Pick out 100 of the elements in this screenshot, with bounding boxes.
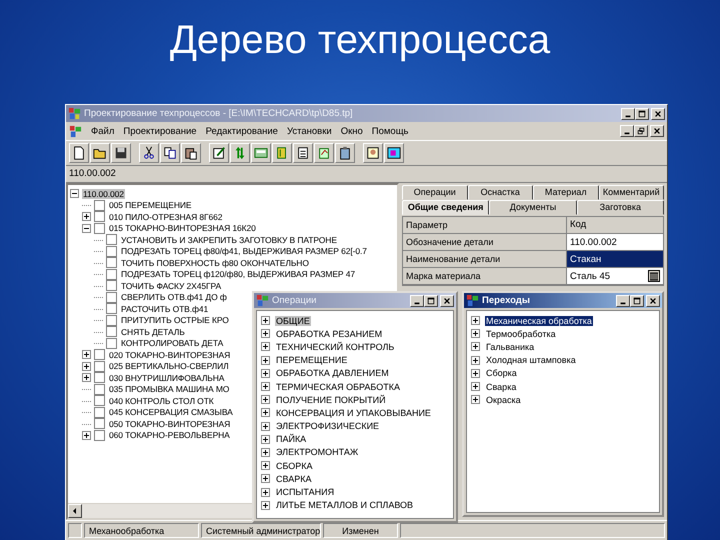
tree-item[interactable]: 025 ВЕРТИКАЛЬНО-СВЕРЛИЛ [108, 361, 230, 372]
list-item[interactable]: Сварка [485, 382, 518, 392]
expand-icon[interactable] [261, 461, 270, 470]
checkbox[interactable] [94, 406, 105, 418]
checkbox[interactable] [106, 234, 117, 246]
expand-icon[interactable] [261, 408, 270, 418]
expand-icon[interactable] [261, 434, 270, 444]
document-edit-button[interactable] [209, 143, 229, 163]
expander-icon[interactable] [82, 224, 91, 233]
list-item[interactable]: ЭЛЕКТРОФИЗИЧЕСКИЕ [275, 421, 380, 432]
tree-item[interactable]: 045 КОНСЕРВАЦИЯ СМАЗЫВА [108, 407, 234, 418]
list-item[interactable]: Сборка [485, 368, 518, 378]
tree-item[interactable]: 050 ТОКАРНО-ВИНТОРЕЗНАЯ [108, 418, 232, 429]
expander-icon[interactable] [70, 189, 79, 198]
checkbox[interactable] [106, 338, 117, 349]
checkbox[interactable] [94, 349, 105, 360]
expander-icon[interactable] [82, 362, 91, 371]
tree-item[interactable]: РАСТОЧИТЬ ОТВ.ф41 [120, 304, 210, 314]
checkbox[interactable] [94, 222, 105, 234]
checkbox[interactable] [106, 257, 117, 268]
tree-item[interactable]: ПОДРЕЗАТЬ ТОРЕЦ ф80/ф41, ВЫДЕРЖИВАЯ РАЗМЕР 62[-0.7 [120, 246, 368, 256]
list-item[interactable]: СВАРКА [275, 474, 312, 484]
list-item[interactable]: ПОЛУЧЕНИЕ ПОКРЫТИЙ [275, 394, 387, 405]
tree-item[interactable]: ТОЧИТЬ ФАСКУ 2Х45ГРА [120, 280, 222, 291]
tree-item[interactable]: 030 ВНУТРИШЛИФОВАЛЬНА [108, 372, 226, 383]
list-item[interactable]: ОБРАБОТКА ДАВЛЕНИЕМ [275, 368, 390, 378]
checkbox[interactable] [94, 395, 105, 406]
expand-icon[interactable] [261, 368, 270, 378]
expand-icon[interactable] [261, 342, 270, 352]
close-button[interactable] [646, 294, 660, 306]
menu-item[interactable]: Установки [286, 126, 332, 136]
list-item[interactable]: Механическая обработка [485, 316, 593, 326]
tab[interactable]: Материал [533, 185, 598, 200]
checkbox[interactable] [94, 430, 105, 441]
tab[interactable]: Общие сведения [402, 200, 490, 215]
expand-icon[interactable] [261, 329, 270, 338]
expand-icon[interactable] [261, 422, 270, 431]
picture-button[interactable] [384, 143, 404, 163]
list-button[interactable] [293, 143, 313, 163]
list-item[interactable]: ПАЙКА [275, 434, 308, 444]
expand-icon[interactable] [261, 395, 270, 404]
list-item[interactable]: КОНСЕРВАЦИЯ И УПАКОВЫВАНИЕ [275, 408, 432, 418]
folder-button[interactable] [90, 143, 110, 163]
paste-button[interactable] [181, 143, 201, 163]
tree-item[interactable]: 110.00.002 [82, 188, 125, 199]
checkbox[interactable] [94, 200, 105, 211]
tree-item[interactable]: 010 ПИЛО-ОТРЕЗНАЯ 8Г662 [108, 212, 224, 222]
table-picker-icon[interactable] [648, 270, 660, 282]
expand-icon[interactable] [261, 316, 270, 326]
expand-icon[interactable] [471, 368, 480, 378]
checkbox[interactable] [106, 314, 117, 326]
restore-button[interactable] [634, 125, 648, 137]
minimize-button[interactable] [616, 294, 630, 306]
expand-icon[interactable] [261, 382, 270, 392]
book-button[interactable] [272, 143, 292, 163]
property-value[interactable]: Стакан [567, 251, 663, 267]
menu-item[interactable]: Проектирование [123, 126, 197, 136]
list-item[interactable]: ПЕРЕМЕЩЕНИЕ [275, 355, 348, 366]
checkbox[interactable] [106, 292, 117, 303]
expander-icon[interactable] [82, 430, 91, 440]
tree-item[interactable]: УСТАНОВИТЬ И ЗАКРЕПИТЬ ЗАГОТОВКУ В ПАТРОНЕ [120, 234, 338, 245]
tree-item[interactable]: 040 КОНТРОЛЬ СТОЛ ОТК [108, 396, 215, 406]
menu-item[interactable]: Помощь [372, 126, 408, 136]
clipboard-button[interactable] [335, 143, 355, 163]
checkbox[interactable] [106, 280, 117, 292]
checkbox[interactable] [94, 211, 105, 222]
tree-item[interactable]: 020 ТОКАРНО-ВИНТОРЕЗНАЯ [108, 350, 232, 360]
tree-item[interactable]: ПОДРЕЗАТЬ ТОРЕЦ ф120/ф80, ВЫДЕРЖИВАЯ РАЗМЕР 47 [120, 269, 356, 280]
expand-icon[interactable] [261, 488, 270, 497]
list-item[interactable]: ЭЛЕКТРОМОНТАЖ [275, 447, 360, 458]
checkbox[interactable] [106, 303, 117, 314]
list-item[interactable]: ИСПЫТАНИЯ [275, 487, 336, 498]
list-item[interactable]: Окраска [485, 394, 522, 405]
tree-item[interactable]: 015 ТОКАРНО-ВИНТОРЕЗНАЯ 16К20 [108, 223, 257, 234]
property-value[interactable]: 110.00.002 [567, 234, 663, 250]
portrait-button[interactable] [363, 143, 383, 163]
tree-item[interactable]: 005 ПЕРЕМЕЩЕНИЕ [108, 200, 192, 210]
menu-item[interactable]: Окно [340, 126, 363, 136]
tree-item[interactable]: ПРИТУПИТЬ ОСТРЫЕ КРО [120, 315, 230, 326]
copy-button[interactable] [160, 143, 180, 163]
scroll-left-button[interactable] [68, 504, 82, 518]
expander-icon[interactable] [82, 212, 91, 222]
property-value[interactable]: Сталь 45 [567, 268, 663, 284]
tree-item[interactable]: СНЯТЬ ДЕТАЛЬ [120, 326, 186, 337]
new-document-button[interactable] [69, 143, 89, 163]
list-item[interactable]: СБОРКА [275, 460, 314, 471]
list-item[interactable]: ЛИТЬЕ МЕТАЛЛОВ И СПЛАВОВ [275, 500, 414, 510]
checkbox[interactable] [106, 246, 117, 257]
tab[interactable]: Комментарий [598, 185, 664, 200]
checkbox[interactable] [94, 384, 105, 395]
list-item[interactable]: ОБЩИЕ [275, 316, 311, 326]
menu-item[interactable]: Файл [91, 126, 114, 136]
list-item[interactable]: Холодная штамповка [485, 355, 577, 366]
maximize-button[interactable] [630, 294, 644, 306]
tree-item[interactable]: 035 ПРОМЫВКА МАШИНА МО [108, 384, 230, 394]
expand-icon[interactable] [471, 356, 480, 365]
list-item[interactable]: ТЕХНИЧЕСКИЙ КОНТРОЛЬ [275, 342, 396, 352]
checkbox[interactable] [106, 268, 117, 280]
card-button[interactable] [251, 143, 271, 163]
checkbox[interactable] [94, 418, 105, 430]
